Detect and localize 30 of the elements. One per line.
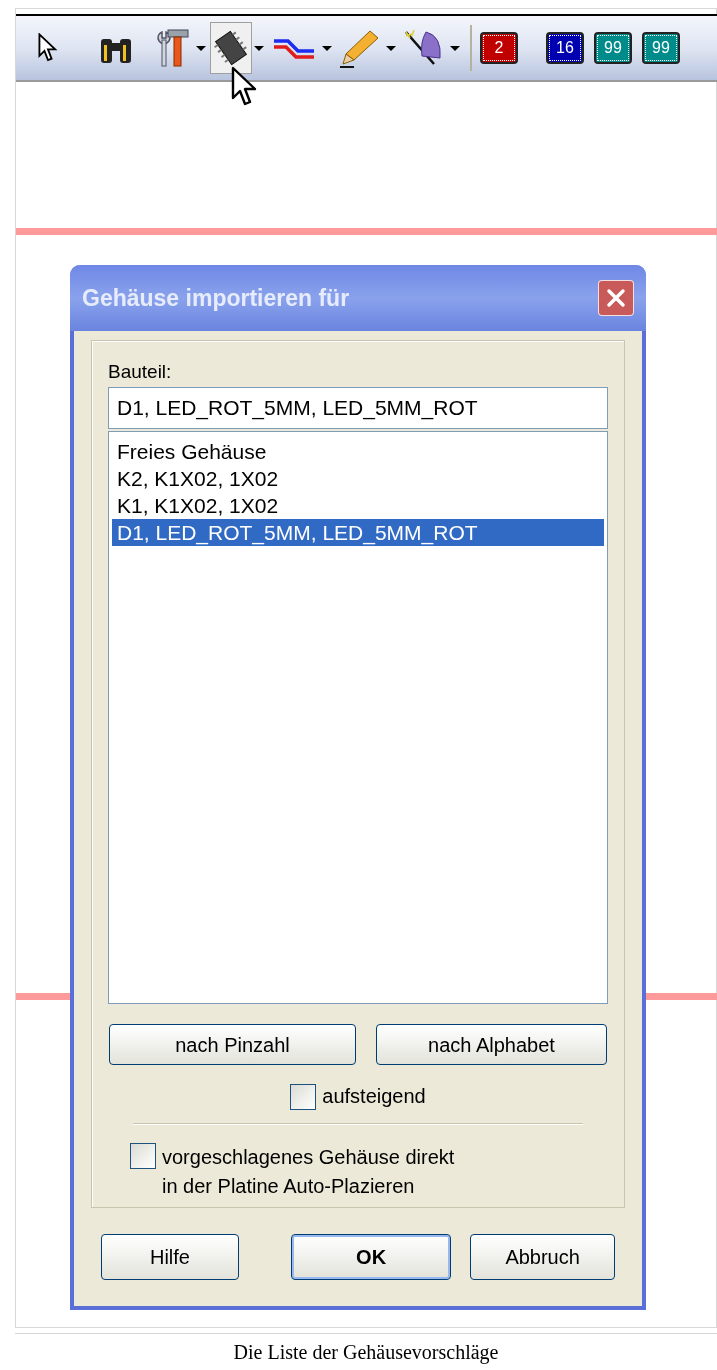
close-button[interactable] — [598, 280, 634, 316]
dialog-button[interactable]: Hilfe — [101, 1234, 239, 1280]
dropdown-caret-icon[interactable] — [254, 45, 264, 51]
layer-button[interactable]: 16 — [546, 32, 584, 64]
sort-button[interactable]: nach Pinzahl — [109, 1024, 356, 1065]
checkbox[interactable] — [290, 1083, 317, 1110]
layer-button[interactable]: 99 — [642, 32, 680, 64]
pencil-icon — [340, 28, 380, 68]
close-icon — [606, 288, 626, 308]
list-item[interactable]: K1, K1X02, 1X02 — [112, 492, 604, 519]
checkbox-label: vorgeschlagenes Gehäuse direkt in der Platine Auto-Plazieren — [162, 1145, 455, 1199]
sort-button[interactable]: nach Alphabet — [376, 1024, 607, 1065]
checkbox[interactable] — [130, 1143, 156, 1169]
pointer-icon — [38, 33, 58, 63]
dropdown-caret-icon[interactable] — [322, 45, 332, 51]
list-item[interactable]: Freies Gehäuse — [112, 438, 604, 465]
caption: Die Liste der Gehäusevorschläge — [15, 1333, 717, 1367]
part-field[interactable]: D1, LED_ROT_5MM, LED_5MM_ROT — [108, 387, 608, 429]
window-title: Gehäuse importieren für — [82, 283, 350, 313]
dropdown-caret-icon[interactable] — [386, 45, 396, 51]
checkbox-label: aufsteigend — [322, 1084, 426, 1109]
dropdown-caret-icon[interactable] — [450, 45, 460, 51]
dialog-button[interactable]: Abbruch — [470, 1234, 615, 1280]
list-item[interactable]: D1, LED_ROT_5MM, LED_5MM_ROT — [112, 519, 604, 546]
field-label: Bauteil: — [108, 361, 173, 383]
list-item[interactable]: K2, K1X02, 1X02 — [112, 465, 604, 492]
layer-button[interactable]: 99 — [594, 32, 632, 64]
layer-button[interactable]: 2 — [480, 32, 518, 64]
toolbar-button[interactable] — [210, 22, 252, 74]
dialog-button[interactable]: OK — [290, 1234, 452, 1280]
